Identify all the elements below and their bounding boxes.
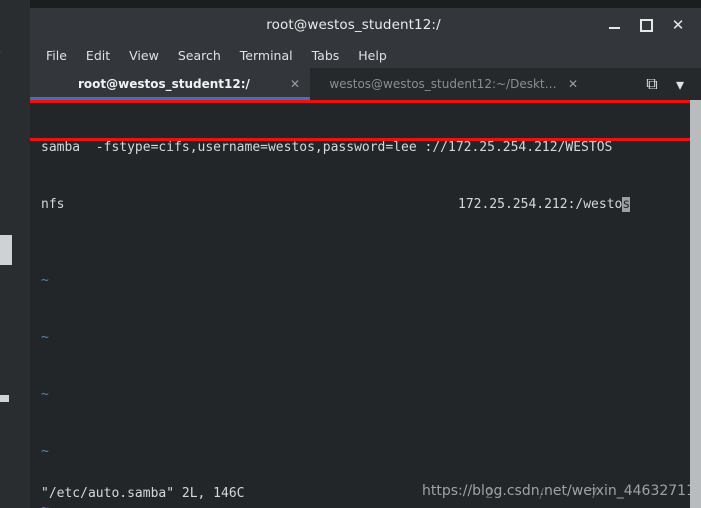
desktop-background: ci na b s = f a ] =w (0, 0, 701, 508)
tab-bar[interactable]: root@westos_student12:/ ✕ westos@westos_… (30, 68, 701, 100)
maximize-button[interactable] (637, 16, 655, 34)
vim-empty-line-marker: ~ (41, 273, 49, 288)
bg-fragment (0, 152, 34, 171)
vim-line-1: samba -fstype=cifs,username=westos,passw… (41, 140, 613, 155)
vim-empty-line-marker: ~ (41, 387, 49, 402)
desktop-top-strip (30, 0, 701, 8)
background-terminal-window[interactable]: ci na b s = f a ] =w (0, 0, 34, 508)
close-button[interactable]: ✕ (669, 16, 687, 34)
minimize-button[interactable] (605, 16, 623, 34)
bg-fragment (0, 494, 34, 508)
maximize-icon (639, 18, 653, 32)
vim-empty-line-marker: ~ (41, 330, 49, 345)
menu-item-search[interactable]: Search (170, 45, 229, 66)
tab-westos-desktop[interactable]: westos@westos_student12:~/Deskt… ✕ (310, 68, 588, 100)
vim-empty-line-marker: ~ (41, 444, 49, 459)
vim-line-2-head: nfs (41, 197, 65, 212)
terminal-content-area[interactable]: samba -fstype=cifs,username=westos,passw… (30, 100, 701, 508)
bg-fragment (0, 209, 34, 228)
terminal-window[interactable]: root@westos_student12:/ ✕ File Edit View… (30, 8, 701, 508)
vim-status-line: "/etc/auto.samba" 2L, 146C (41, 486, 245, 501)
vim-line-2-tail: 172.25.254.212:/westos (458, 195, 631, 214)
window-titlebar[interactable]: root@westos_student12:/ ✕ (30, 8, 701, 42)
bg-fragment: na (0, 95, 34, 114)
new-tab-icon[interactable]: ⧉ (637, 68, 667, 100)
background-scrollbar-thumb[interactable] (0, 235, 12, 265)
menu-item-terminal[interactable]: Terminal (232, 45, 301, 66)
watermark-url: https://blog.csdn.net/weixin_44632711 (421, 483, 695, 499)
terminal-scrollbar[interactable] (690, 100, 701, 508)
vim-line-2: nfs 172.25.254.212:/westos (41, 195, 701, 214)
red-highlight-rectangle (30, 100, 701, 141)
tab-label: westos@westos_student12:~/Deskt… (329, 77, 557, 91)
vim-buffer[interactable]: samba -fstype=cifs,username=westos,passw… (30, 100, 701, 508)
tab-close-icon[interactable]: ✕ (280, 77, 300, 91)
tab-close-icon[interactable]: ✕ (558, 77, 578, 91)
menu-bar[interactable]: File Edit View Search Terminal Tabs Help (30, 42, 701, 68)
chevron-down-icon[interactable]: ▾ (667, 68, 701, 100)
tab-bar-spacer (588, 68, 637, 100)
window-controls[interactable]: ✕ (605, 16, 701, 34)
menu-item-view[interactable]: View (121, 45, 167, 66)
bg-fragment: b (0, 266, 34, 285)
menu-item-edit[interactable]: Edit (78, 45, 118, 66)
minimize-icon (608, 27, 620, 29)
text-cursor: s (622, 197, 631, 212)
menu-item-file[interactable]: File (38, 45, 75, 66)
background-scrollbar-mark (0, 395, 9, 402)
vim-line-2-path: 172.25.254.212:/westo (458, 197, 623, 212)
bg-fragment: s (0, 323, 34, 342)
window-title: root@westos_student12:/ (266, 17, 441, 33)
bg-fragment: ci (0, 38, 34, 57)
bg-fragment (0, 437, 34, 456)
tab-label: root@westos_student12:/ (77, 77, 250, 91)
menu-item-tabs[interactable]: Tabs (304, 45, 348, 66)
menu-item-help[interactable]: Help (350, 45, 395, 66)
tab-root-westos-student12[interactable]: root@westos_student12:/ ✕ (30, 68, 310, 100)
